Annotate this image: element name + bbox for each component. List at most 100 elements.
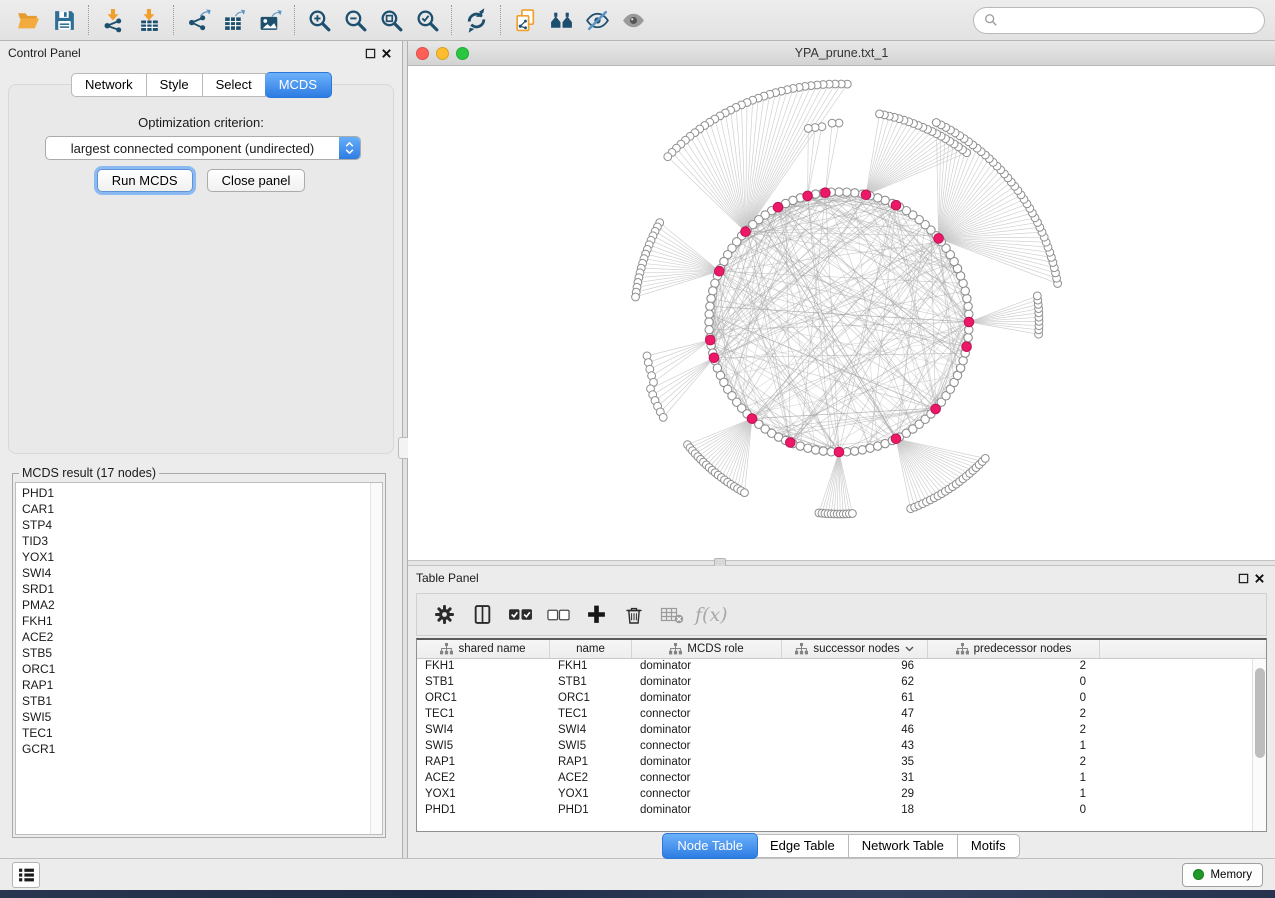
graph-node[interactable] <box>858 446 866 454</box>
graph-node[interactable] <box>706 302 714 310</box>
graph-hub-node[interactable] <box>931 404 941 414</box>
table-cell[interactable]: connector <box>632 787 782 803</box>
column-header-successor-nodes[interactable]: successor nodes <box>782 640 928 658</box>
first-neighbors-button[interactable] <box>543 3 579 37</box>
table-cell[interactable]: 61 <box>782 691 928 707</box>
tab-network-table[interactable]: Network Table <box>849 834 958 858</box>
table-cell[interactable]: STB1 <box>417 675 550 691</box>
graph-hub-node[interactable] <box>891 434 901 444</box>
table-cell[interactable]: 2 <box>928 659 1100 675</box>
hide-selected-button[interactable] <box>579 3 615 37</box>
apply-layout-button[interactable] <box>458 3 494 37</box>
graph-hub-node[interactable] <box>803 191 813 201</box>
column-header-shared-name[interactable]: shared name <box>417 640 550 658</box>
table-row[interactable]: FKH1FKH1dominator962 <box>417 659 1266 675</box>
graph-node[interactable] <box>709 287 717 295</box>
graph-node[interactable] <box>705 310 713 318</box>
criterion-dropdown[interactable]: largest connected component (undirected) <box>45 136 361 160</box>
table-cell[interactable]: YOX1 <box>550 787 632 803</box>
graph-node[interactable] <box>835 188 843 196</box>
table-cell[interactable]: ORC1 <box>550 691 632 707</box>
add-row-button[interactable] <box>579 598 613 632</box>
table-cell[interactable]: 46 <box>782 723 928 739</box>
mcds-list-item[interactable]: YOX1 <box>22 549 382 565</box>
graph-hub-node[interactable] <box>834 447 844 457</box>
table-cell[interactable]: YOX1 <box>417 787 550 803</box>
column-chooser-button[interactable] <box>465 598 499 632</box>
mcds-list-item[interactable]: ACE2 <box>22 629 382 645</box>
float-table-panel-icon[interactable] <box>1235 570 1251 586</box>
table-cell[interactable]: TEC1 <box>550 707 632 723</box>
graph-satellite-node[interactable] <box>632 293 640 301</box>
open-file-button[interactable] <box>10 3 46 37</box>
table-row[interactable]: RAP1RAP1dominator352 <box>417 755 1266 771</box>
table-cell[interactable]: 18 <box>782 803 928 819</box>
tab-network[interactable]: Network <box>71 73 147 97</box>
table-cell[interactable]: dominator <box>632 723 782 739</box>
table-cell[interactable]: SWI4 <box>417 723 550 739</box>
graph-satellite-node[interactable] <box>876 110 884 118</box>
mcds-list-item[interactable]: CAR1 <box>22 501 382 517</box>
table-cell[interactable]: ACE2 <box>417 771 550 787</box>
table-row[interactable]: SWI5SWI5connector431 <box>417 739 1266 755</box>
graph-node[interactable] <box>705 318 713 326</box>
table-cell[interactable]: 2 <box>928 723 1100 739</box>
table-cell[interactable]: dominator <box>632 691 782 707</box>
table-row[interactable]: TEC1TEC1connector472 <box>417 707 1266 723</box>
graph-hub-node[interactable] <box>962 342 972 352</box>
table-cell[interactable]: 31 <box>782 771 928 787</box>
mcds-list-scrollbar[interactable] <box>370 483 382 834</box>
graph-node[interactable] <box>707 294 715 302</box>
search-input[interactable] <box>1004 13 1254 27</box>
table-row[interactable]: ACE2ACE2connector311 <box>417 771 1266 787</box>
import-network-button[interactable] <box>95 3 131 37</box>
graph-hub-node[interactable] <box>786 438 796 448</box>
mcds-list-item[interactable]: FKH1 <box>22 613 382 629</box>
graph-satellite-node[interactable] <box>981 455 989 463</box>
table-cell[interactable]: ACE2 <box>550 771 632 787</box>
graph-hub-node[interactable] <box>821 188 831 198</box>
mcds-list-item[interactable]: STP4 <box>22 517 382 533</box>
table-cell[interactable]: STB1 <box>550 675 632 691</box>
table-cell[interactable]: FKH1 <box>550 659 632 675</box>
table-cell[interactable]: dominator <box>632 803 782 819</box>
table-cell[interactable]: 2 <box>928 755 1100 771</box>
table-cell[interactable]: RAP1 <box>417 755 550 771</box>
graph-hub-node[interactable] <box>891 200 901 210</box>
table-cell[interactable]: 1 <box>928 787 1100 803</box>
mcds-list-item[interactable]: STB5 <box>22 645 382 661</box>
graph-hub-node[interactable] <box>934 234 944 244</box>
tab-select[interactable]: Select <box>203 73 266 97</box>
column-header-MCDS-role[interactable]: MCDS role <box>632 640 782 658</box>
mcds-list-item[interactable]: STB1 <box>22 693 382 709</box>
table-cell[interactable]: dominator <box>632 675 782 691</box>
mcds-list-item[interactable]: ORC1 <box>22 661 382 677</box>
graph-satellite-node[interactable] <box>849 510 857 518</box>
mcds-list-item[interactable]: PHD1 <box>22 485 382 501</box>
table-cell[interactable]: connector <box>632 739 782 755</box>
show-panels-button[interactable] <box>12 862 40 888</box>
graph-node[interactable] <box>811 446 819 454</box>
table-cell[interactable]: PHD1 <box>550 803 632 819</box>
graph-satellite-node[interactable] <box>1033 292 1041 300</box>
table-row[interactable]: STB1STB1dominator620 <box>417 675 1266 691</box>
graph-hub-node[interactable] <box>747 414 757 424</box>
table-cell[interactable]: connector <box>632 707 782 723</box>
graph-node[interactable] <box>804 444 812 452</box>
table-cell[interactable]: dominator <box>632 755 782 771</box>
graph-node[interactable] <box>705 326 713 334</box>
graph-hub-node[interactable] <box>741 227 751 237</box>
mcds-result-list[interactable]: PHD1CAR1STP4TID3YOX1SWI4SRD1PMA2FKH1ACE2… <box>15 482 383 835</box>
graph-satellite-node[interactable] <box>804 125 812 133</box>
show-all-button[interactable] <box>615 3 651 37</box>
close-panel-icon[interactable] <box>378 45 394 61</box>
import-table-button[interactable] <box>131 3 167 37</box>
function-builder-button[interactable]: f(x) <box>693 598 728 632</box>
table-row[interactable]: ORC1ORC1dominator610 <box>417 691 1266 707</box>
table-cell[interactable]: 2 <box>928 707 1100 723</box>
column-header-predecessor-nodes[interactable]: predecessor nodes <box>928 640 1100 658</box>
graph-node[interactable] <box>843 188 851 196</box>
table-cell[interactable]: SWI5 <box>417 739 550 755</box>
mcds-list-item[interactable]: PMA2 <box>22 597 382 613</box>
graph-hub-node[interactable] <box>715 266 725 276</box>
